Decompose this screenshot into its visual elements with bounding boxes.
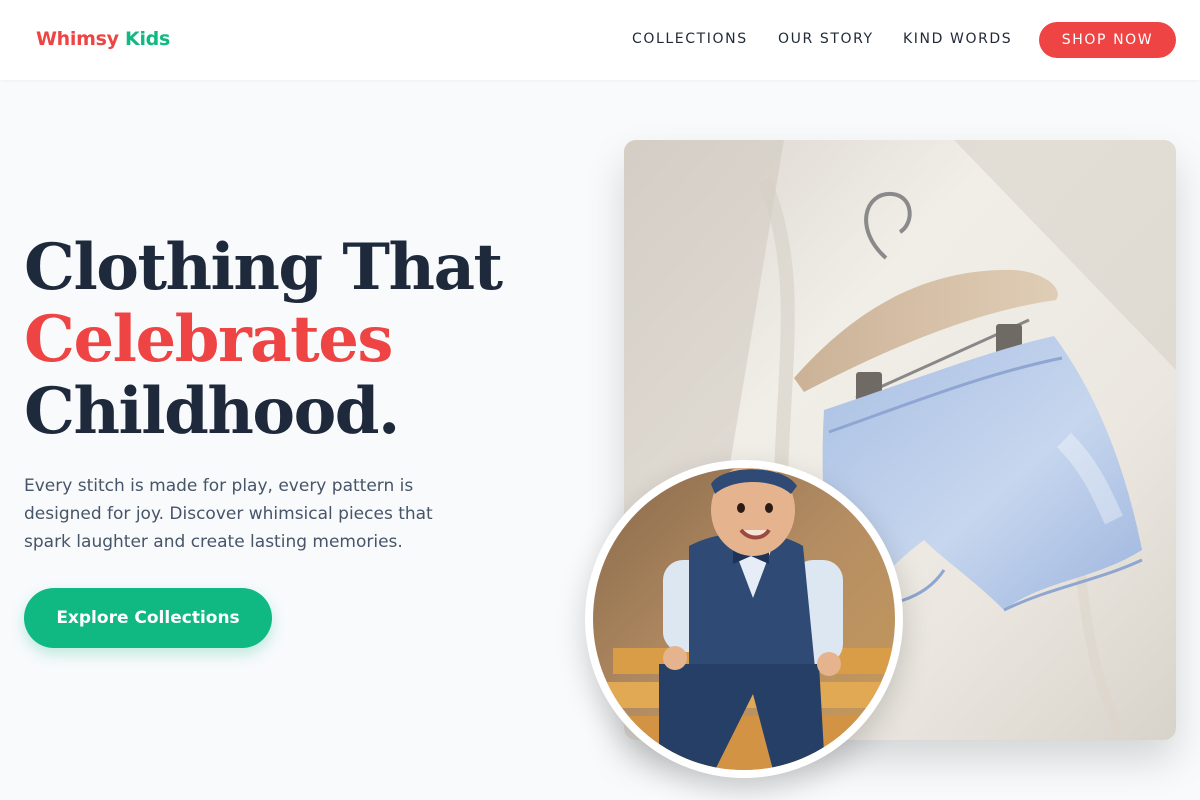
nav-link-our-story[interactable]: OUR STORY <box>778 31 874 47</box>
child-photo <box>593 468 895 770</box>
headline-line-3: Childhood. <box>24 374 400 449</box>
nav-link-collections[interactable]: COLLECTIONS <box>632 31 748 47</box>
explore-collections-button[interactable]: Explore Collections <box>24 588 272 648</box>
headline-line-1: Clothing That <box>24 230 503 305</box>
brand-name-first: Whimsy <box>36 28 119 50</box>
hero-headline: Clothing That Celebrates Childhood. <box>24 230 503 449</box>
brand-logo[interactable]: Whimsy Kids <box>36 28 170 50</box>
shop-now-button[interactable]: SHOP NOW <box>1039 22 1176 58</box>
child-photo-frame <box>585 460 903 778</box>
hero-subtitle: Every stitch is made for play, every pat… <box>24 476 433 552</box>
brand-name-second: Kids <box>125 28 170 50</box>
headline-line-2-highlight: Celebrates <box>24 302 393 377</box>
nav-link-kind-words[interactable]: KIND WORDS <box>903 31 1012 47</box>
top-navbar: Whimsy Kids COLLECTIONS OUR STORY KIND W… <box>0 0 1200 80</box>
